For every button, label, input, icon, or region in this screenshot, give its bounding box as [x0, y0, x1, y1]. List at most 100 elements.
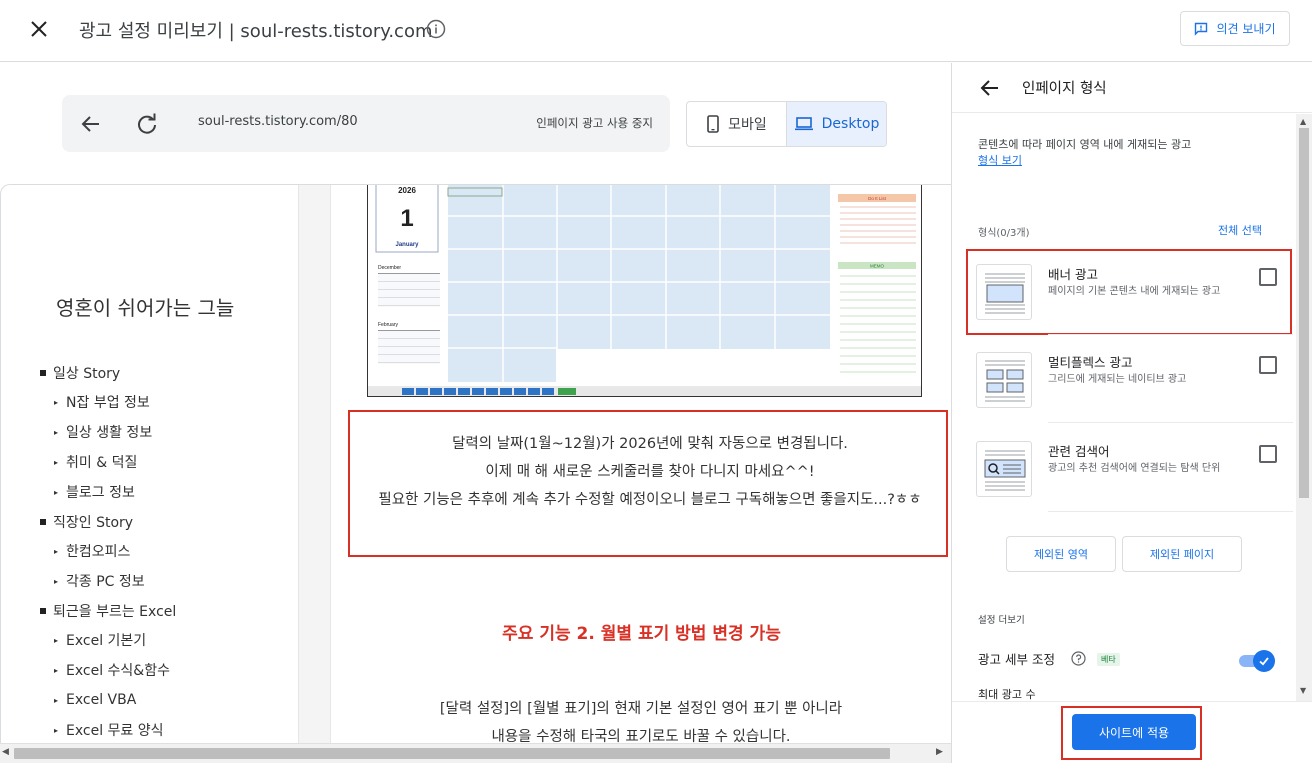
mini-month-1: December [378, 265, 401, 271]
apply-to-site-button[interactable]: 사이트에 적용 [1072, 714, 1196, 750]
caret-right-icon: ▸ [54, 695, 59, 705]
format-count-label: 형식(0/3개) [978, 228, 1030, 239]
scroll-right-icon[interactable]: ▶ [936, 747, 943, 757]
caret-right-icon: ▸ [54, 487, 59, 497]
category-label: 직장인 Story [53, 514, 134, 531]
max-ads-label: 최대 광고 수 [978, 688, 1036, 701]
category-main-item[interactable]: 일상 Story [40, 358, 176, 387]
desktop-view-button[interactable]: Desktop [787, 102, 886, 146]
calendar-day: 1 [400, 205, 413, 232]
preview-url: soul-rests.tistory.com/80 [198, 114, 358, 129]
todo-label: Do It List [868, 196, 887, 201]
caret-right-icon: ▸ [54, 427, 59, 437]
format-item-multiplex[interactable]: 멀티플렉스 광고 그리드에 게재되는 네이티브 광고 [976, 352, 1277, 418]
square-bullet-icon [40, 607, 46, 614]
help-icon[interactable] [1071, 651, 1086, 666]
calendar-year: 2026 [398, 186, 416, 195]
content-gutter [299, 185, 331, 749]
feedback-icon [1195, 22, 1208, 36]
blog-sidebar: 영혼이 쉬어가는 그늘 일상 Story ▸ N잡 부업 정보 ▸ 일상 생활 정보 ▸ 취… [1, 185, 299, 749]
back-arrow-icon[interactable] [978, 76, 1002, 100]
calendar-screenshot-image: 2026 1 January December February Do It L… [367, 185, 922, 397]
format-item-related-search[interactable]: 관련 검색어 광고의 추천 검색어에 연결되는 탐색 단위 [976, 441, 1277, 507]
mini-month-2: February [378, 322, 399, 328]
format-item-banner[interactable]: 배너 광고 페이지의 기본 콘텐츠 내에 게재되는 광고 [976, 264, 1277, 330]
caret-right-icon: ▸ [54, 546, 59, 556]
format-desc-banner: 페이지의 기본 콘텐츠 내에 게재되는 광고 [1048, 286, 1221, 297]
category-main-item[interactable]: 퇴근을 부르는 Excel [40, 596, 176, 625]
scroll-up-icon[interactable]: ▲ [1300, 117, 1306, 126]
toggle-knob [1253, 650, 1275, 672]
category-label: Excel 수식&함수 [66, 663, 170, 679]
format-desc-multiplex: 그리드에 게재되는 네이티브 광고 [1048, 374, 1187, 385]
category-sub-item[interactable]: ▸ N잡 부업 정보 [40, 387, 176, 417]
detail-tuning-toggle[interactable] [1239, 650, 1275, 672]
page-title: 광고 설정 미리보기 | soul-rests.tistory.com [79, 21, 433, 42]
preview-area: soul-rests.tistory.com/80 인페이지 광고 사용 중지 … [0, 63, 951, 763]
category-main-item[interactable]: 직장인 Story [40, 507, 176, 536]
view-formats-link[interactable]: 형식 보기 [978, 152, 1022, 168]
square-bullet-icon [40, 518, 46, 525]
category-label: Excel 기본기 [66, 633, 147, 649]
banner-ad-icon [976, 264, 1032, 320]
feedback-label: 의견 보내기 [1216, 22, 1276, 36]
category-sub-item[interactable]: ▸ Excel VBA [40, 685, 176, 715]
excluded-areas-button[interactable]: 제외된 영역 [1006, 536, 1116, 572]
multiplex-ad-icon [976, 352, 1032, 408]
panel-vertical-scrollbar[interactable]: ▲ ▼ [1296, 114, 1312, 701]
category-label: Excel VBA [66, 692, 137, 708]
mobile-view-button[interactable]: 모바일 [687, 102, 787, 146]
category-sub-item[interactable]: ▸ 각종 PC 정보 [40, 566, 176, 596]
banner-checkbox[interactable] [1259, 268, 1277, 286]
category-label: 일상 생활 정보 [66, 425, 153, 441]
reload-icon[interactable] [134, 111, 160, 137]
more-settings-label: 설정 더보기 [978, 615, 1025, 626]
category-label: 각종 PC 정보 [66, 574, 145, 590]
scroll-left-icon[interactable]: ◀ [2, 747, 9, 757]
horizontal-scroll-thumb[interactable] [14, 748, 890, 759]
caret-right-icon: ▸ [54, 576, 59, 586]
notice-highlight-box: 달력의 날짜(1월~12월)가 2026년에 맞춰 자동으로 변경됩니다. 이제 … [348, 410, 948, 557]
horizontal-scrollbar[interactable]: ◀ ▶ [0, 743, 951, 763]
multiplex-checkbox[interactable] [1259, 356, 1277, 374]
body-line: [달력 설정]의 [월별 표기]의 현재 기본 설정인 영어 표기 뿐 아니라 [439, 701, 843, 717]
format-name-multiplex: 멀티플렉스 광고 [1048, 355, 1133, 370]
back-arrow-icon[interactable] [78, 111, 104, 137]
notice-line: 이제 매 해 새로운 스케줄러를 찾아 다니지 마세요^^! [485, 464, 815, 480]
category-sub-item[interactable]: ▸ 취미 & 덕질 [40, 447, 176, 477]
panel-description: 콘텐츠에 따라 페이지 영역 내에 게재되는 광고 [978, 138, 1192, 151]
mobile-label: 모바일 [728, 117, 767, 133]
close-icon [31, 21, 47, 37]
category-sub-item[interactable]: ▸ 일상 생활 정보 [40, 417, 176, 447]
stop-inpage-ads-link[interactable]: 인페이지 광고 사용 중지 [536, 115, 653, 131]
divider [1048, 334, 1293, 335]
scroll-down-icon[interactable]: ▼ [1300, 686, 1306, 695]
category-label: 한컴오피스 [66, 544, 131, 560]
caret-right-icon: ▸ [54, 457, 59, 467]
square-bullet-icon [40, 369, 46, 376]
category-sub-item[interactable]: ▸ Excel 무료 양식 [40, 715, 176, 745]
send-feedback-button[interactable]: 의견 보내기 [1180, 11, 1290, 46]
category-sub-item[interactable]: ▸ Excel 수식&함수 [40, 655, 176, 685]
site-preview-frame: 영혼이 쉬어가는 그늘 일상 Story ▸ N잡 부업 정보 ▸ 일상 생활 정보 ▸ 취… [0, 184, 951, 749]
excluded-pages-button[interactable]: 제외된 페이지 [1122, 536, 1242, 572]
notice-line: 달력의 날짜(1월~12월)가 2026년에 맞춰 자동으로 변경됩니다. [452, 436, 848, 452]
vertical-scroll-thumb[interactable] [1299, 128, 1309, 498]
laptop-icon [794, 117, 813, 131]
category-sub-item[interactable]: ▸ 블로그 정보 [40, 477, 176, 507]
category-sub-item[interactable]: ▸ Excel 기본기 [40, 625, 176, 655]
close-button[interactable] [24, 14, 54, 44]
info-icon[interactable] [426, 19, 446, 39]
panel-footer: 사이트에 적용 [952, 701, 1312, 763]
format-name-banner: 배너 광고 [1048, 267, 1098, 282]
select-all-link[interactable]: 전체 선택 [1218, 222, 1262, 238]
blog-title[interactable]: 영혼이 쉬어가는 그늘 [56, 292, 234, 321]
divider [1048, 422, 1293, 423]
category-label: 일상 Story [53, 365, 121, 382]
category-sub-item[interactable]: ▸ 한컴오피스 [40, 536, 176, 566]
category-label: N잡 부업 정보 [66, 395, 150, 411]
panel-scroll-area: 콘텐츠에 따라 페이지 영역 내에 게재되는 광고 형식 보기 형식(0/3개)… [952, 114, 1296, 701]
related-search-checkbox[interactable] [1259, 445, 1277, 463]
check-icon [1259, 657, 1269, 666]
memo-label: MEMO [870, 264, 884, 269]
